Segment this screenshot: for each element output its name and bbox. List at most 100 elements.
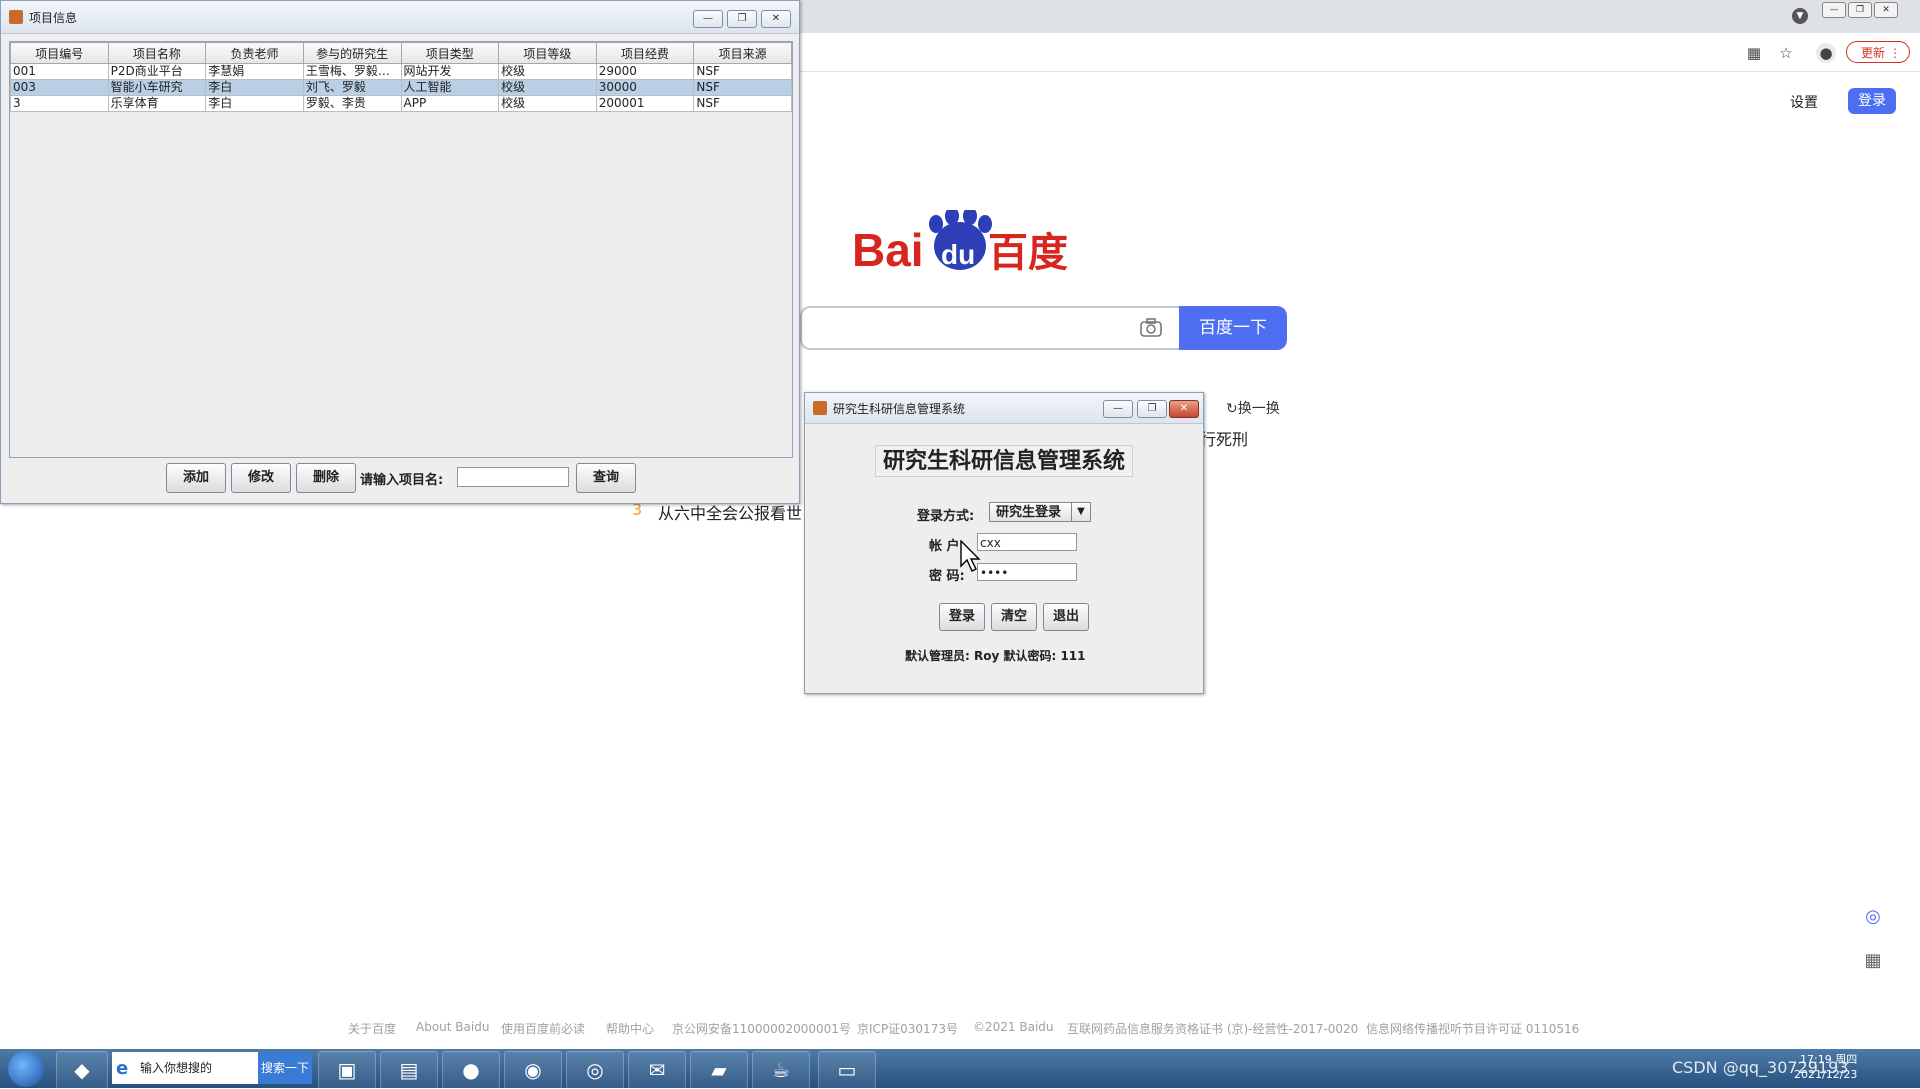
- delete-button[interactable]: 删除: [296, 463, 356, 493]
- bookmark-star-icon[interactable]: ☆: [1776, 43, 1796, 63]
- login-button[interactable]: 登录: [939, 603, 985, 631]
- more-menu-icon[interactable]: ⋮: [1889, 42, 1901, 64]
- feedback-icon[interactable]: ◎: [1862, 906, 1884, 928]
- add-button[interactable]: 添加: [166, 463, 226, 493]
- login-mode-value: 研究生登录: [996, 505, 1062, 520]
- project-window-titlebar[interactable]: 项目信息 — ❐ ✕: [1, 1, 799, 34]
- java-icon[interactable]: ☕: [752, 1051, 810, 1089]
- profile-avatar-icon[interactable]: ●: [1816, 43, 1836, 63]
- browser-close-button[interactable]: ✕: [1874, 2, 1898, 18]
- start-button[interactable]: [8, 1051, 44, 1087]
- baidu-logo[interactable]: Bai du 百度: [852, 207, 1068, 282]
- table-cell[interactable]: 刘飞、罗毅: [302, 79, 402, 96]
- table-cell[interactable]: 王雪梅、罗毅、...: [302, 63, 402, 80]
- update-button[interactable]: 更新 ⋮: [1846, 41, 1910, 63]
- chevron-down-icon[interactable]: ▼: [1071, 503, 1090, 521]
- table-cell[interactable]: 29000: [595, 63, 695, 80]
- baidu-search-input[interactable]: [800, 306, 1180, 350]
- account-field[interactable]: cxx: [977, 533, 1077, 551]
- footer-link[interactable]: 信息网络传播视听节目许可证 0110516: [1366, 1020, 1579, 1037]
- table-row[interactable]: 001 P2D商业平台 李慧娟 王雪梅、罗毅、... 网站开发 校级 29000…: [10, 63, 792, 80]
- intellij-icon[interactable]: ▣: [318, 1051, 376, 1089]
- column-header[interactable]: 项目名称: [107, 42, 207, 64]
- minimize-button[interactable]: —: [693, 10, 723, 28]
- tab-dropdown-icon[interactable]: ▼: [1792, 8, 1808, 24]
- close-button[interactable]: ✕: [761, 10, 791, 28]
- table-cell[interactable]: P2D商业平台: [107, 63, 207, 80]
- footer-link[interactable]: 京ICP证030173号: [857, 1020, 958, 1037]
- taskbar-search-input[interactable]: 输入你想搜的: [112, 1052, 258, 1084]
- clear-button[interactable]: 清空: [991, 603, 1037, 631]
- table-cell[interactable]: 李慧娟: [205, 63, 304, 80]
- firefox-icon[interactable]: ●: [442, 1051, 500, 1089]
- table-cell[interactable]: NSF: [693, 79, 792, 96]
- baidu-settings-link[interactable]: 设置: [1790, 92, 1818, 112]
- footer-link[interactable]: About Baidu: [416, 1020, 489, 1034]
- login-mode-select[interactable]: 研究生登录 ▼: [989, 502, 1091, 522]
- hot-item-fragment[interactable]: 行死刑: [1200, 426, 1248, 450]
- file-explorer-icon[interactable]: ▤: [380, 1051, 438, 1089]
- qrcode-side-icon[interactable]: ▦: [1862, 950, 1884, 972]
- chrome-icon[interactable]: ◎: [566, 1051, 624, 1089]
- column-header[interactable]: 项目等级: [498, 42, 597, 64]
- camera-search-icon[interactable]: [1140, 318, 1162, 338]
- project-table[interactable]: 项目编号 项目名称 负责老师 参与的研究生 项目类型 项目等级 项目经费 项目来…: [10, 42, 792, 112]
- maximize-button[interactable]: ❐: [1137, 400, 1167, 418]
- column-header[interactable]: 项目编号: [10, 42, 109, 64]
- column-header[interactable]: 参与的研究生: [302, 42, 402, 64]
- table-cell[interactable]: 001: [10, 63, 109, 80]
- refresh-hot-link[interactable]: ↻换一换: [1226, 398, 1280, 418]
- column-header[interactable]: 项目类型: [400, 42, 500, 64]
- table-cell[interactable]: 智能小车研究: [107, 79, 207, 96]
- wechat-icon[interactable]: ✉: [628, 1051, 686, 1089]
- table-cell[interactable]: 3: [10, 95, 109, 112]
- baidu-login-button[interactable]: 登录: [1848, 88, 1896, 114]
- minimize-button[interactable]: —: [1103, 400, 1133, 418]
- taskbar-search-button[interactable]: 搜索一下: [258, 1052, 312, 1084]
- table-cell[interactable]: 网站开发: [400, 63, 500, 80]
- folder-icon[interactable]: ▰: [690, 1051, 748, 1089]
- footer-link[interactable]: 京公网安备11000002000001号: [672, 1020, 851, 1037]
- qr-code-icon[interactable]: ▦: [1744, 43, 1764, 63]
- table-cell[interactable]: 人工智能: [400, 79, 500, 96]
- table-cell[interactable]: APP: [400, 95, 500, 112]
- exit-button[interactable]: 退出: [1043, 603, 1089, 631]
- taskbar-app-icon[interactable]: ◆: [56, 1051, 108, 1089]
- footer-link[interactable]: 互联网药品信息服务资格证书 (京)-经营性-2017-0020: [1067, 1020, 1358, 1037]
- browser-minimize-button[interactable]: —: [1822, 2, 1846, 18]
- password-field[interactable]: ••••: [977, 563, 1077, 581]
- footer-link[interactable]: 帮助中心: [606, 1020, 654, 1037]
- table-row-selected[interactable]: 003 智能小车研究 李白 刘飞、罗毅 人工智能 校级 30000 NSF: [10, 79, 792, 96]
- table-cell[interactable]: 罗毅、李贵: [302, 95, 402, 112]
- table-cell[interactable]: 李白: [205, 79, 304, 96]
- project-search-input[interactable]: [457, 467, 569, 487]
- table-row[interactable]: 3 乐享体育 李白 罗毅、李贵 APP 校级 200001 NSF: [10, 95, 792, 112]
- table-cell[interactable]: 李白: [205, 95, 304, 112]
- edit-button[interactable]: 修改: [231, 463, 291, 493]
- table-cell[interactable]: 003: [10, 79, 109, 96]
- maximize-button[interactable]: ❐: [727, 10, 757, 28]
- baidu-search-button[interactable]: 百度一下: [1179, 306, 1287, 350]
- terminal-icon[interactable]: ▭: [818, 1051, 876, 1089]
- table-cell[interactable]: 校级: [498, 95, 597, 112]
- clock-date[interactable]: 2021/12/23: [1794, 1068, 1857, 1081]
- game-app-icon[interactable]: ◉: [504, 1051, 562, 1089]
- table-cell[interactable]: 校级: [498, 79, 597, 96]
- column-header[interactable]: 项目来源: [693, 42, 792, 64]
- login-window-titlebar[interactable]: 研究生科研信息管理系统 — ❐ ✕: [805, 393, 1203, 424]
- close-button[interactable]: ✕: [1169, 400, 1199, 418]
- column-header[interactable]: 项目经费: [595, 42, 695, 64]
- table-cell[interactable]: NSF: [693, 95, 792, 112]
- table-cell[interactable]: 30000: [595, 79, 695, 96]
- query-button[interactable]: 查询: [576, 463, 636, 493]
- column-header[interactable]: 负责老师: [205, 42, 304, 64]
- table-cell[interactable]: 200001: [595, 95, 695, 112]
- footer-link[interactable]: 使用百度前必读: [501, 1020, 585, 1037]
- table-cell[interactable]: 乐享体育: [107, 95, 207, 112]
- table-cell[interactable]: 校级: [498, 63, 597, 80]
- table-cell[interactable]: NSF: [693, 63, 792, 80]
- clock-time[interactable]: 17:19 周四: [1800, 1051, 1857, 1067]
- project-table-area[interactable]: 项目编号 项目名称 负责老师 参与的研究生 项目类型 项目等级 项目经费 项目来…: [9, 41, 793, 458]
- browser-restore-button[interactable]: ❐: [1848, 2, 1872, 18]
- footer-link[interactable]: 关于百度: [348, 1020, 396, 1037]
